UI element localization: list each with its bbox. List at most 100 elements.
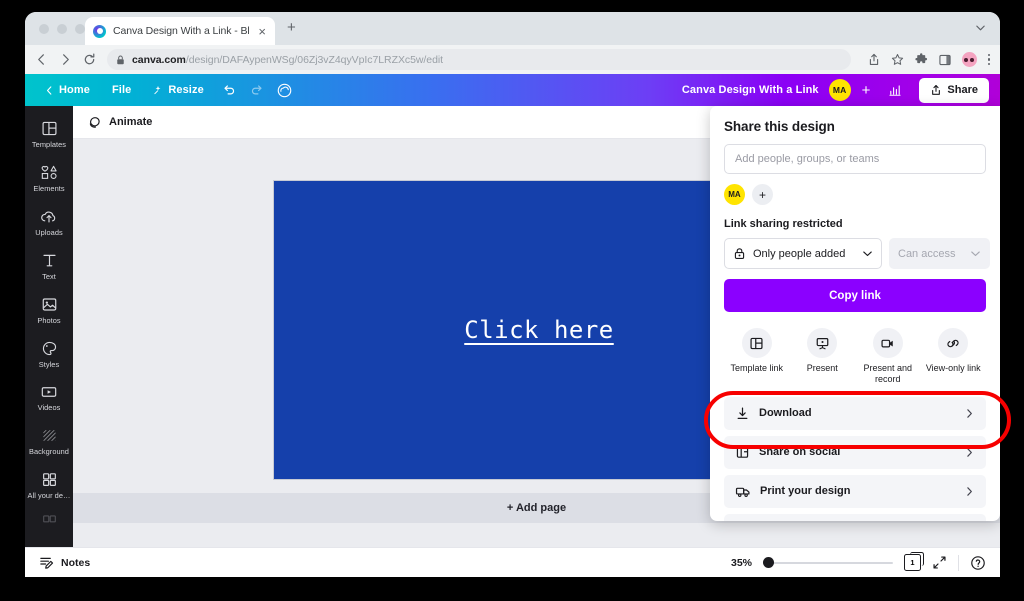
access-audience-select[interactable]: Only people added xyxy=(724,238,882,269)
bottom-bar-divider xyxy=(958,554,959,571)
zoom-slider[interactable] xyxy=(763,557,893,569)
invite-members-button[interactable]: + xyxy=(861,83,872,98)
sidebar-item-elements[interactable]: Elements xyxy=(25,156,73,200)
sidebar-label-photos: Photos xyxy=(37,316,61,325)
sidebar-item-styles[interactable]: Styles xyxy=(25,332,73,376)
maximize-window-button[interactable] xyxy=(75,24,85,34)
new-tab-button[interactable]: + xyxy=(287,20,296,35)
access-controls: Only people added Can access xyxy=(724,238,990,269)
insights-button[interactable] xyxy=(881,78,909,102)
uploads-icon xyxy=(41,211,56,223)
quick-action-label-view-only-link: View-only link xyxy=(925,363,981,373)
share-on-social-row[interactable]: Share on social xyxy=(724,435,986,469)
url-path: /design/DAFAypenWSg/06Zj3vZ4qyVpIc7LRZXc… xyxy=(185,53,444,66)
resize-label: Resize xyxy=(168,84,204,96)
user-avatar[interactable]: MA xyxy=(828,79,851,101)
quick-action-label-present: Present xyxy=(806,363,838,373)
quick-action-present[interactable]: Present xyxy=(790,328,856,386)
chevron-down-icon xyxy=(862,248,873,259)
back-button-icon[interactable] xyxy=(35,53,48,66)
home-button[interactable]: Home xyxy=(34,78,101,102)
redo-button[interactable] xyxy=(243,78,271,102)
share-upload-icon xyxy=(932,84,941,95)
quick-action-view-only-link[interactable]: View-only link xyxy=(921,328,987,386)
quick-action-template-link[interactable]: Template link xyxy=(724,328,790,386)
forward-button-icon[interactable] xyxy=(59,53,72,66)
close-tab-icon[interactable]: × xyxy=(257,25,267,38)
file-menu-button[interactable]: File xyxy=(101,78,142,102)
sidebar-item-more[interactable] xyxy=(25,507,73,532)
undo-icon xyxy=(224,85,234,95)
chrome-menu-icon[interactable] xyxy=(987,53,990,66)
browser-toolbar: canva.com/design/DAFAypenWSg/06Zj3vZ4qyV… xyxy=(25,45,1000,74)
chevron-right-icon-download xyxy=(964,408,975,419)
address-bar[interactable]: canva.com/design/DAFAypenWSg/06Zj3vZ4qyV… xyxy=(107,49,851,70)
bookmark-star-icon[interactable] xyxy=(891,53,904,66)
lock-icon xyxy=(116,55,125,65)
download-label: Download xyxy=(759,407,812,419)
notes-icon xyxy=(40,557,54,569)
sidebar-label-videos: Videos xyxy=(37,403,61,412)
undo-button[interactable] xyxy=(215,78,243,102)
tab-search-chevron-down-icon[interactable] xyxy=(975,22,986,33)
page-count-button[interactable]: 1 xyxy=(904,551,924,571)
sidebar-item-all-your-designs[interactable]: All your de… xyxy=(25,463,73,507)
sidebar-item-templates[interactable]: Templates xyxy=(25,112,73,156)
more-apps-icon xyxy=(42,515,56,523)
help-button[interactable] xyxy=(970,555,986,571)
animate-button[interactable]: Animate xyxy=(87,115,152,130)
share-option-rows: Download Share on social Print your desi… xyxy=(724,396,986,521)
download-row[interactable]: Download xyxy=(724,396,986,430)
document-title[interactable]: Canva Design With a Link xyxy=(682,84,819,96)
zoom-level-label[interactable]: 35% xyxy=(731,557,752,569)
sidebar-label-background: Background xyxy=(29,447,69,456)
sidebar-item-photos[interactable]: Photos xyxy=(25,288,73,332)
cloud-saved-button[interactable] xyxy=(271,78,299,102)
notes-label: Notes xyxy=(61,556,91,569)
animate-label: Animate xyxy=(109,116,153,128)
sidebar-item-text[interactable]: Text xyxy=(25,244,73,288)
browser-tab[interactable]: Canva Design With a Link - Blo × xyxy=(85,17,275,45)
copy-link-button[interactable]: Copy link xyxy=(724,279,986,312)
add-person-button[interactable]: + xyxy=(752,184,773,205)
access-level-value: Can access xyxy=(898,247,956,260)
print-your-design-row[interactable]: Print your design xyxy=(724,474,986,508)
add-people-input[interactable]: Add people, groups, or teams xyxy=(724,144,986,174)
all-your-designs-icon xyxy=(42,473,56,486)
canva-header-left: Home File Resize xyxy=(34,78,299,102)
sidebar-label-uploads: Uploads xyxy=(35,228,63,237)
cloud-check-icon xyxy=(277,83,292,97)
quick-action-label-template-link: Template link xyxy=(730,363,784,373)
zoom-slider-track xyxy=(763,561,893,564)
access-level-select[interactable]: Can access xyxy=(889,238,990,269)
shared-people-list: MA + xyxy=(724,184,986,205)
click-here-link[interactable]: Click here xyxy=(464,316,614,344)
minimize-window-button[interactable] xyxy=(57,24,67,34)
notes-button[interactable]: Notes xyxy=(39,555,90,570)
template-link-icon xyxy=(741,328,772,358)
window-controls[interactable] xyxy=(39,24,85,34)
side-panel-icon[interactable] xyxy=(938,54,951,66)
zoom-slider-knob[interactable] xyxy=(763,557,774,568)
shared-person-avatar[interactable]: MA xyxy=(724,184,745,205)
sidebar-item-videos[interactable]: Videos xyxy=(25,376,73,419)
magic-wand-icon xyxy=(154,85,161,95)
share-page-icon[interactable] xyxy=(868,53,880,66)
sidebar-item-background[interactable]: Background xyxy=(25,419,73,463)
resize-button[interactable]: Resize xyxy=(142,78,214,102)
share-panel-title: Share this design xyxy=(724,119,835,134)
sidebar-item-uploads[interactable]: Uploads xyxy=(25,200,73,244)
close-window-button[interactable] xyxy=(39,24,49,34)
sidebar-label-text: Text xyxy=(42,272,56,281)
chrome-profile-avatar[interactable] xyxy=(961,52,977,67)
share-option-row-partial[interactable] xyxy=(724,513,986,521)
share-button[interactable]: Share xyxy=(919,77,989,103)
view-only-link-icon xyxy=(938,328,969,358)
fullscreen-button[interactable] xyxy=(932,555,947,570)
share-button-label: Share xyxy=(947,84,978,96)
chevron-left-icon xyxy=(46,85,52,95)
extensions-puzzle-icon[interactable] xyxy=(914,53,928,66)
sidebar-label-templates: Templates xyxy=(31,140,67,149)
reload-button-icon[interactable] xyxy=(83,53,96,66)
quick-action-present-and-record[interactable]: Present and record xyxy=(855,328,921,386)
